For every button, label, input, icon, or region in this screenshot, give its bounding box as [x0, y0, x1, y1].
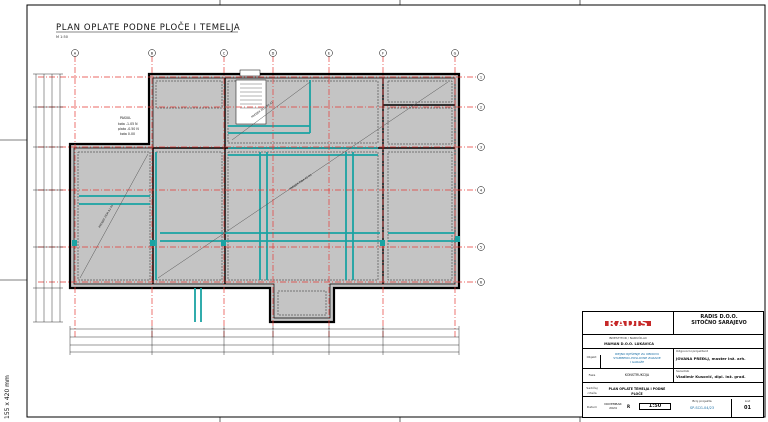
grid-letters: A B C D E F G	[74, 51, 457, 55]
dimension-chains-left	[33, 73, 63, 323]
logo-area: RADIS	[583, 312, 674, 334]
grid-bubbles-top	[71, 49, 459, 57]
row-object: Objekt IDEJNO RJEŠENJE ZA OBNOVU STAMBEN…	[583, 348, 765, 369]
company-logo: RADIS	[604, 318, 652, 329]
list-value: 01	[744, 405, 751, 411]
level-line-2: plato -0.50 N	[118, 127, 139, 131]
faza-value: KONSTRUKCIJA	[624, 373, 650, 377]
investor-name: MAMAN D.O.O. LUKAVICA	[604, 342, 654, 346]
drawing-sheet: PLAN OPLATE PODNE PLOČE I TEMELJA M 1:50	[0, 0, 768, 422]
broj-value: SP-SCG-04/23	[689, 406, 715, 410]
dimension-chains-bottom	[69, 326, 460, 355]
row-crtez: Sadržaj crteža PLAN OPLATE TEMELJA I POD…	[583, 382, 763, 396]
level-block: PASIUL kota -1.05 N plato -0.50 N kota 0…	[118, 116, 139, 136]
svg-text:G: G	[454, 51, 457, 55]
saradnik-name: Vladimir Kusović, dipl. inž. građ.	[676, 374, 746, 379]
row-faza: Faza KONSTRUKCIJA Saradnik Vladimir Kuso…	[583, 368, 765, 383]
title-block: RADIS RADIS D.O.O. SITOČNO SARAJEVO INVE…	[582, 311, 764, 418]
sheet-size-label: 155 x 420 mm	[4, 375, 11, 419]
level-line-3: kota 0.00	[120, 132, 135, 136]
list-cell: List 01	[731, 399, 763, 417]
svg-text:5: 5	[480, 245, 482, 249]
level-pasiul: PASIUL	[120, 116, 131, 120]
svg-text:1: 1	[480, 75, 482, 79]
company-name: RADIS D.O.O. SITOČNO SARAJEVO	[691, 314, 747, 326]
drawing-title: PLAN OPLATE PODNE PLOČE I TEMELJA	[56, 21, 240, 33]
level-line-1: kota -1.05 N	[118, 122, 138, 126]
row-investor: INVESTITOR / NARUČILAC MAMAN D.O.O. LUKA…	[583, 334, 763, 348]
saradnik-cell: Saradnik Vladimir Kusović, dipl. inž. gr…	[673, 369, 765, 383]
scale-note: M 1:50	[56, 35, 68, 39]
designer-cell: Odgovorni projektant JOVANA PREĐLJ, mast…	[673, 349, 765, 369]
object-description: IDEJNO RJEŠENJE ZA OBNOVU STAMBENO-POSLO…	[613, 352, 661, 364]
designer-name: JOVANA PREĐLJ, master inž. arh.	[676, 356, 746, 361]
svg-text:F: F	[382, 51, 384, 55]
svg-text:6: 6	[480, 280, 482, 284]
broj-cell: Broj projekta SP-SCG-04/23	[675, 399, 729, 411]
razmjer-value: 1:50	[639, 403, 671, 410]
svg-text:3: 3	[480, 145, 482, 149]
svg-text:E: E	[328, 51, 330, 55]
datum-value: NOVEMBAR 2024	[604, 402, 622, 410]
svg-text:D: D	[272, 51, 275, 55]
razmjer-label: R	[627, 404, 631, 409]
row-footer: Datum NOVEMBAR 2024 R 1:50 Broj projekta…	[583, 396, 763, 418]
svg-text:2: 2	[480, 105, 482, 109]
